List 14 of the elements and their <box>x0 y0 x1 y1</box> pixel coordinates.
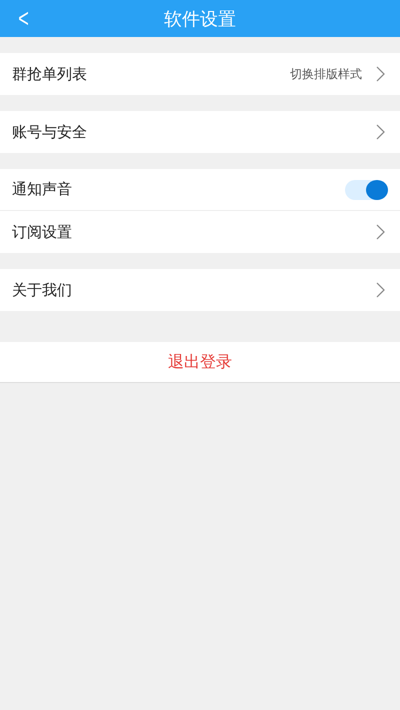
setting-label: 通知声音 <box>12 180 73 199</box>
logout-button[interactable]: 退出登录 <box>0 342 400 383</box>
toggle-switch[interactable] <box>345 180 385 200</box>
setting-value: 切换排版样式 <box>290 66 362 82</box>
chevron-right-icon[interactable] <box>376 224 385 240</box>
setting-label: 关于我们 <box>12 280 73 300</box>
setting-label: 订阅设置 <box>12 222 73 242</box>
chevron-right-icon[interactable] <box>376 282 385 298</box>
back-button[interactable]: < <box>15 0 32 37</box>
setting-label: 账号与安全 <box>12 122 88 142</box>
chevron-right-icon[interactable] <box>376 124 385 140</box>
setting-label: 群抢单列表 <box>12 64 88 84</box>
page-title: 软件设置 <box>164 8 236 30</box>
chevron-right-icon[interactable] <box>376 66 385 82</box>
